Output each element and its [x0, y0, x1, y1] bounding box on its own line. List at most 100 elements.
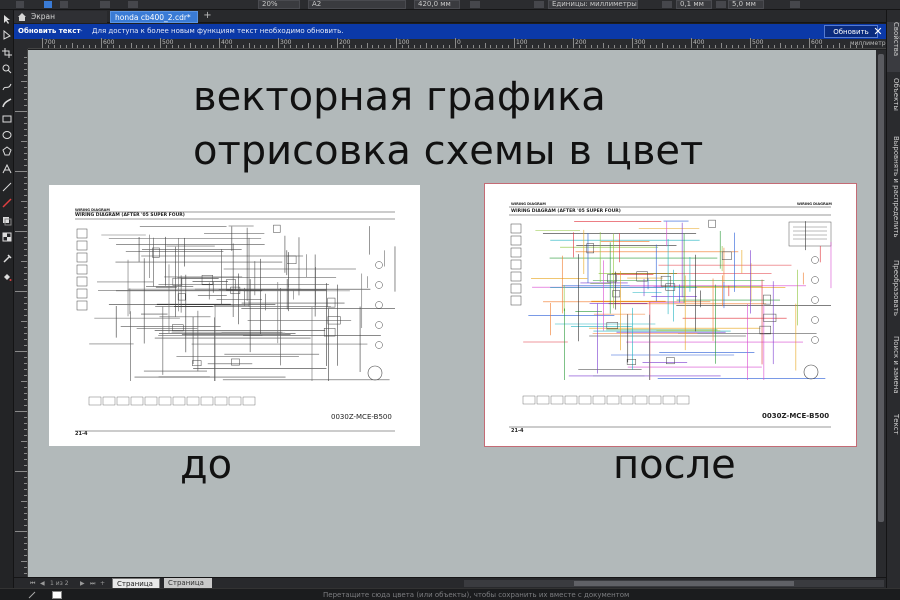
ruler-minor-tick: [342, 45, 344, 48]
before-page-number: 21-4: [75, 431, 88, 437]
ruler-minor-tick: [283, 45, 285, 48]
wire-segment: [592, 395, 606, 405]
ruler-tick: [24, 297, 27, 298]
vertical-scroll-thumb[interactable]: [878, 54, 884, 522]
crop-tool-icon[interactable]: [2, 48, 12, 58]
shape-tool-icon[interactable]: [2, 30, 12, 40]
ruler-minor-tick: [260, 45, 262, 48]
wire-segment: [192, 360, 202, 367]
units-select[interactable]: Единицы: миллиметры: [548, 0, 638, 9]
caption-after[interactable]: после: [613, 443, 736, 487]
wire-segment: [177, 293, 186, 301]
docker-tab-transform[interactable]: Преобразовать: [887, 260, 900, 330]
fill-tool-icon[interactable]: [2, 272, 12, 282]
eyedropper-tool-icon[interactable]: [2, 254, 12, 264]
status-bar: Перетащите сюда цвета (или объекты), что…: [0, 588, 900, 600]
add-tab-button[interactable]: +: [202, 11, 213, 22]
ruler-tick: [21, 501, 27, 502]
heading-line-1[interactable]: векторная графика: [193, 75, 606, 119]
after-wiring-diagram[interactable]: WIRING DIAGRAM WIRING DIAGRAM WIRING DIA…: [484, 183, 857, 447]
pick-tool-icon[interactable]: [2, 14, 12, 24]
horizontal-ruler[interactable]: миллиметры 700 600 500 400 300 200 100 0 100 200 3…: [28, 38, 890, 49]
ruler-minor-tick: [791, 45, 793, 48]
docker-tab-find-replace[interactable]: Поиск и замена: [887, 336, 900, 408]
wire-segment: [811, 316, 819, 324]
zoom-tool-icon[interactable]: [2, 64, 12, 74]
redo-icon[interactable]: [128, 1, 138, 8]
dimension-tool-icon[interactable]: [2, 182, 12, 192]
transparency-tool-icon[interactable]: [2, 232, 12, 242]
ruler-minor-tick: [325, 45, 327, 48]
ruler-minor-tick: [838, 43, 840, 48]
ruler-tick: [24, 279, 27, 280]
ruler-corner[interactable]: [14, 39, 28, 49]
ruler-minor-tick: [378, 45, 380, 48]
update-text-notification: Обновить текст - Для доступа к более нов…: [14, 24, 886, 39]
text-tool-icon[interactable]: [2, 164, 12, 174]
artistic-media-icon[interactable]: [2, 98, 12, 108]
ruler-tick: [24, 375, 27, 376]
ruler-major-tick: [278, 38, 279, 48]
ruler-minor-tick: [390, 45, 392, 48]
horizontal-scrollbar[interactable]: [464, 580, 884, 587]
import-icon[interactable]: [60, 1, 68, 8]
tab-document[interactable]: honda cb400_2.cdr*: [110, 11, 198, 23]
coreldraw-window: 20% A2 420,0 мм Единицы: миллиметры 0,1 …: [0, 0, 900, 600]
zoom-field[interactable]: 20%: [258, 0, 300, 9]
ruler-minor-tick: [224, 45, 226, 48]
ruler-minor-tick: [230, 45, 232, 48]
ruler-minor-tick: [295, 45, 297, 48]
options-icon[interactable]: [790, 1, 800, 8]
page-layout-icon[interactable]: [534, 1, 544, 8]
close-icon[interactable]: ✕: [870, 24, 886, 39]
ruler-tick: [24, 537, 27, 538]
rectangle-tool-icon[interactable]: [2, 114, 12, 124]
portrait-icon[interactable]: [470, 1, 480, 8]
shadow-tool-icon[interactable]: [2, 216, 12, 226]
wire-segment: [231, 358, 240, 366]
nudge-field[interactable]: 0,1 мм: [676, 0, 712, 9]
ellipse-tool-icon[interactable]: [2, 130, 12, 140]
undo-icon[interactable]: [100, 1, 110, 8]
eyedropper-icon[interactable]: [28, 591, 38, 599]
polygon-tool-icon[interactable]: [2, 146, 12, 156]
duplicate-distance-field[interactable]: 5,0 мм: [728, 0, 764, 9]
ruler-major-tick: [219, 38, 220, 48]
heading-line-2[interactable]: отрисовка схемы в цвет: [193, 129, 703, 173]
ruler-minor-tick: [708, 45, 710, 48]
no-fill-swatch[interactable]: [52, 591, 62, 599]
page-width-field[interactable]: 420,0 мм: [414, 0, 460, 9]
wire-segment: [662, 395, 676, 405]
docker-tab-properties[interactable]: Свойства: [887, 22, 900, 72]
wire-segment: [375, 341, 383, 349]
before-wiring-diagram[interactable]: WIRING DIAGRAM WIRING DIAGRAM (AFTER '05…: [49, 185, 420, 446]
docker-tab-align[interactable]: Выровнять и распределить: [887, 136, 900, 254]
wire-segment: [626, 359, 637, 365]
ruler-tick: [24, 123, 27, 124]
wire-segment: [803, 364, 819, 380]
freehand-tool-icon[interactable]: [2, 82, 12, 92]
ruler-major-tick: [455, 38, 456, 48]
vertical-scrollbar[interactable]: [876, 50, 886, 577]
drawing-canvas[interactable]: векторная графика отрисовка схемы в цвет…: [28, 50, 876, 577]
vertical-ruler[interactable]: [14, 49, 28, 577]
ruler-minor-tick: [814, 45, 816, 48]
ruler-minor-tick: [201, 45, 203, 48]
paper-size-select[interactable]: A2: [308, 0, 406, 9]
horizontal-scroll-thumb[interactable]: [574, 581, 794, 586]
caption-before[interactable]: до: [180, 443, 232, 487]
ruler-minor-tick: [289, 45, 291, 48]
docker-tab-objects[interactable]: Объекты: [887, 78, 900, 128]
wire-segment: [606, 322, 619, 329]
ruler-minor-tick: [154, 45, 156, 48]
ruler-minor-tick: [136, 45, 138, 48]
docker-tab-text[interactable]: Текст: [887, 414, 900, 454]
ruler-minor-tick: [59, 45, 61, 48]
ruler-tick: [24, 555, 27, 556]
save-icon[interactable]: [44, 1, 52, 8]
ruler-minor-tick: [360, 45, 362, 48]
tab-welcome-screen[interactable]: Экран приветствия: [14, 11, 107, 33]
wire-segment: [286, 255, 297, 264]
new-doc-icon[interactable]: [16, 1, 24, 8]
connector-tool-icon[interactable]: [2, 198, 12, 208]
